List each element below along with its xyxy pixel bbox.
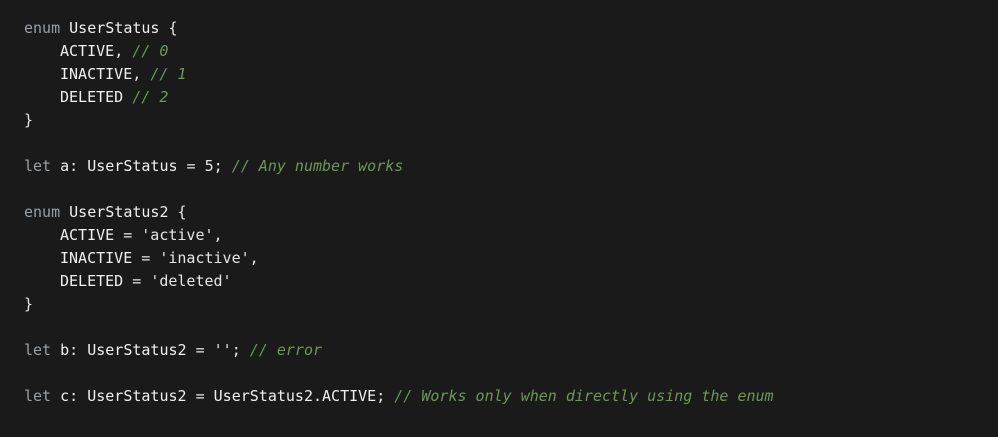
code-token-punct: = — [114, 226, 142, 244]
code-token-ident: UserStatus2 — [87, 387, 187, 405]
code-token-str: '' — [213, 341, 232, 359]
code-token-cmt: // Any number works — [231, 157, 404, 175]
code-token-ident: INACTIVE — [60, 249, 133, 267]
code-token-cmt: // error — [249, 341, 323, 359]
code-token-num: 5 — [204, 157, 214, 175]
code-token-cmt: // Works only when directly using the en… — [394, 387, 774, 405]
code-token-punct: : — [69, 387, 88, 405]
code-line: INACTIVE = 'inactive', — [24, 247, 974, 270]
code-token-punct: { — [159, 19, 178, 37]
code-token-str: 'active' — [141, 226, 214, 244]
code-token-kw: let — [24, 387, 52, 405]
code-token-punct: , — [132, 65, 151, 83]
code-token-ident: UserStatus — [69, 19, 160, 37]
code-line: } — [24, 293, 974, 316]
code-line: } — [24, 109, 974, 132]
code-token-punct: : — [69, 341, 88, 359]
code-token-punct: { — [168, 203, 187, 221]
code-token-punct — [60, 19, 69, 37]
code-token-punct: } — [24, 111, 34, 129]
code-token-punct: ; — [376, 387, 395, 405]
code-line: DELETED // 2 — [24, 86, 974, 109]
code-token-punct — [51, 341, 60, 359]
code-token-punct: , — [213, 226, 223, 244]
code-token-kw: let — [24, 157, 52, 175]
code-token-punct — [60, 203, 69, 221]
code-token-punct: } — [24, 295, 34, 313]
code-line: INACTIVE, // 1 — [24, 63, 974, 86]
code-line: let c: UserStatus2 = UserStatus2.ACTIVE;… — [24, 385, 974, 408]
code-token-kw: enum — [24, 203, 61, 221]
code-line: ACTIVE = 'active', — [24, 224, 974, 247]
code-token-cmt: // 0 — [132, 42, 169, 60]
code-token-punct — [123, 88, 132, 106]
code-token-str: 'deleted' — [150, 272, 232, 290]
code-block: enum UserStatus {ACTIVE, // 0 INACTIVE, /… — [0, 0, 998, 437]
code-token-cmt: // 2 — [132, 88, 169, 106]
code-line: let a: UserStatus = 5; // Any number wor… — [24, 155, 974, 178]
code-token-punct — [51, 387, 60, 405]
code-line: DELETED = 'deleted' — [24, 270, 974, 293]
code-token-ident: UserStatus2 — [87, 341, 187, 359]
code-token-str: 'inactive' — [159, 249, 250, 267]
code-token-punct: , — [114, 42, 133, 60]
code-token-ident: DELETED — [60, 272, 124, 290]
code-token-ident: c — [60, 387, 70, 405]
code-token-ident: UserStatus2 — [69, 203, 169, 221]
code-token-punct: = — [186, 341, 214, 359]
code-token-ident: ACTIVE — [60, 226, 115, 244]
code-token-punct: = — [123, 272, 151, 290]
code-token-punct: , — [249, 249, 259, 267]
code-token-punct: = — [186, 387, 214, 405]
code-token-ident: INACTIVE — [60, 65, 133, 83]
code-line: enum UserStatus2 { — [24, 201, 974, 224]
code-token-ident: a — [60, 157, 70, 175]
code-token-ident: DELETED — [60, 88, 124, 106]
code-token-punct: : — [69, 157, 88, 175]
code-token-punct: ; — [231, 341, 250, 359]
code-token-punct: = — [132, 249, 160, 267]
code-token-kw: let — [24, 341, 52, 359]
code-token-ident: b — [60, 341, 70, 359]
code-token-cmt: // 1 — [150, 65, 187, 83]
code-token-punct — [51, 157, 60, 175]
code-line: enum UserStatus { — [24, 17, 974, 40]
code-token-punct: ; — [213, 157, 232, 175]
code-token-kw: enum — [24, 19, 61, 37]
code-token-ident: UserStatus — [87, 157, 178, 175]
code-line: ACTIVE, // 0 — [24, 40, 974, 63]
code-line: let b: UserStatus2 = ''; // error — [24, 339, 974, 362]
code-token-ident: UserStatus2.ACTIVE — [213, 387, 377, 405]
code-token-punct: = — [177, 157, 205, 175]
code-token-ident: ACTIVE — [60, 42, 115, 60]
